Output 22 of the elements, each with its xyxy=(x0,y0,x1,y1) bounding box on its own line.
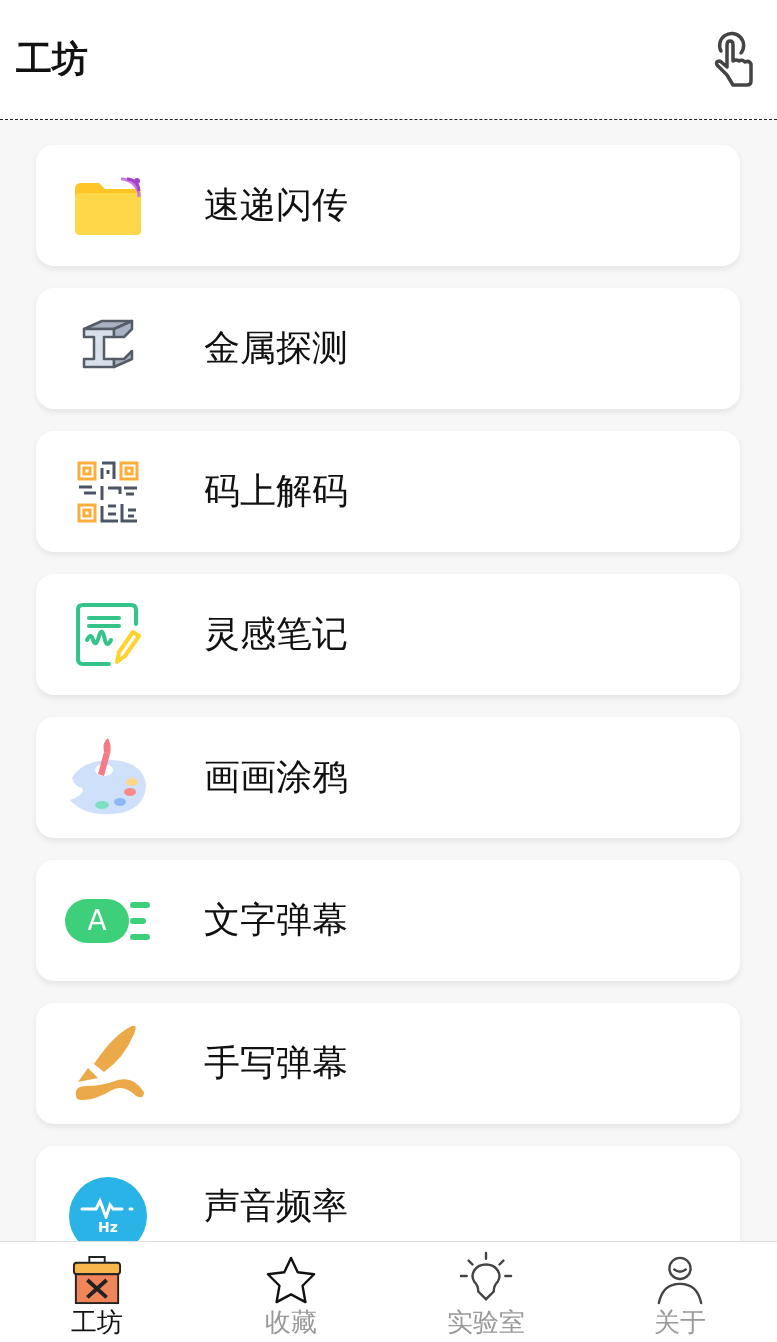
tool-card[interactable]: 金属探测 xyxy=(36,288,740,409)
tool-label: 文字弹幕 xyxy=(204,898,348,942)
tool-card[interactable]: A 文字弹幕 xyxy=(36,860,740,981)
tool-card[interactable]: Hz 声音频率 xyxy=(36,1146,740,1241)
tool-label: 速递闪传 xyxy=(204,183,348,227)
tool-card[interactable]: 手写弹幕 xyxy=(36,1003,740,1124)
tool-label: 金属探测 xyxy=(204,326,348,370)
qr-code-icon xyxy=(76,459,140,524)
tool-label: 画画涂鸦 xyxy=(204,755,348,799)
tool-card[interactable]: 灵感笔记 xyxy=(36,574,740,695)
tool-label: 声音频率 xyxy=(204,1184,348,1228)
nav-tab[interactable]: 工坊 xyxy=(0,1242,195,1342)
tool-label: 手写弹幕 xyxy=(204,1041,348,1085)
tool-label: 灵感笔记 xyxy=(204,612,348,656)
sound-frequency-icon: Hz xyxy=(69,1176,147,1241)
tool-card[interactable]: 速递闪传 xyxy=(36,145,740,266)
toolbox-icon xyxy=(72,1255,123,1305)
tool-card[interactable]: 码上解码 xyxy=(36,431,740,552)
tool-label: 码上解码 xyxy=(204,469,348,513)
note-pencil-icon xyxy=(75,601,141,668)
tool-card[interactable]: 画画涂鸦 xyxy=(36,717,740,838)
page-title: 工坊 xyxy=(16,37,88,81)
